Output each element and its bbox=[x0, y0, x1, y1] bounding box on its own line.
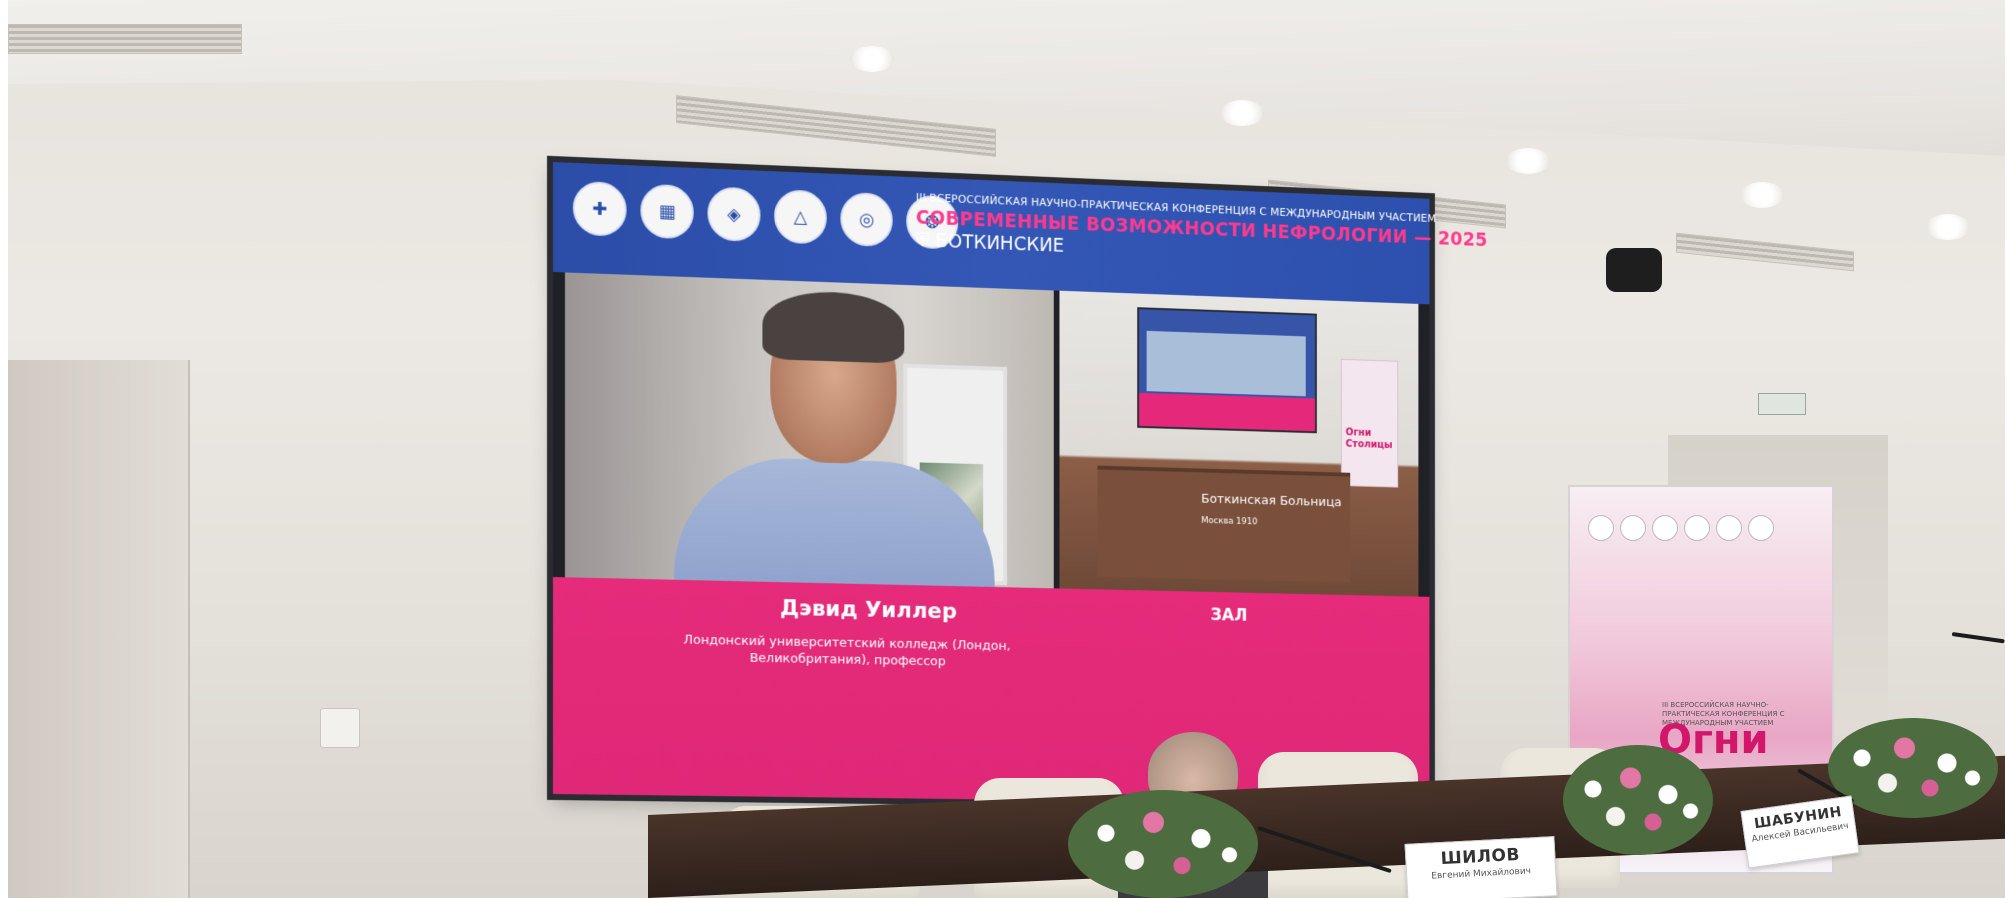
partner-logos: ✚ ▦ ◈ △ ◎ ❂ bbox=[573, 181, 958, 250]
logo-icon bbox=[1588, 515, 1614, 541]
triangle-logo-icon: △ bbox=[774, 189, 827, 244]
fmabmo-logo-icon: ▦ bbox=[640, 184, 693, 240]
ceiling-light bbox=[1926, 214, 1970, 240]
microphone bbox=[1952, 632, 2005, 643]
flower-bouquet bbox=[1828, 718, 1998, 818]
ceiling-vent bbox=[8, 24, 242, 54]
hospital-cross-logo-icon: ✚ bbox=[573, 181, 627, 237]
ceiling-camera bbox=[1606, 248, 1662, 292]
wall-switch bbox=[320, 708, 360, 748]
hall-screen bbox=[1137, 307, 1317, 433]
hall-screen-video bbox=[1147, 331, 1306, 396]
display-screen: ✚ ▦ ◈ △ ◎ ❂ III ВСЕРОССИЙСКАЯ НАУЧНО-ПРА… bbox=[553, 162, 1429, 805]
shield-icon: ⛨ bbox=[916, 229, 936, 251]
logo-icon bbox=[1684, 515, 1710, 541]
exit-sign bbox=[1758, 393, 1806, 415]
hall-banner: Огни Столицы bbox=[1341, 359, 1398, 488]
podium-sign: Боткинская Больница Москва 1910 bbox=[1201, 492, 1342, 532]
speaker-video bbox=[565, 272, 1054, 588]
ring-logo-icon: ◎ bbox=[840, 192, 892, 247]
hall-banner-text: Огни Столицы bbox=[1346, 427, 1398, 452]
logo-icon bbox=[1652, 515, 1678, 541]
speaker-name: Дэвид Уиллер bbox=[780, 596, 957, 624]
ceiling bbox=[8, 0, 2005, 200]
logo-icon bbox=[1748, 515, 1774, 541]
logo-icon bbox=[1620, 515, 1646, 541]
podium-text: Боткинская Больница bbox=[1201, 492, 1342, 510]
speaker-hair bbox=[762, 290, 904, 364]
hall-label: ЗАЛ bbox=[1211, 605, 1248, 625]
conference-photo: ✚ ▦ ◈ △ ◎ ❂ III ВСЕРОССИЙСКАЯ НАУЧНО-ПРА… bbox=[8, 0, 2005, 898]
ceiling-light bbox=[1740, 182, 1784, 208]
side-door bbox=[8, 360, 190, 898]
logo-icon bbox=[1716, 515, 1742, 541]
flower-bouquet bbox=[1563, 745, 1713, 855]
ceiling-vent bbox=[676, 95, 996, 157]
bird-emblem-logo-icon: ◈ bbox=[707, 186, 760, 242]
speaker-affiliation: Лондонский университетский колледж (Лонд… bbox=[672, 631, 1021, 671]
ceiling-light bbox=[1506, 148, 1550, 174]
nameplate-shilov: ШИЛОВ Евгений Михайлович bbox=[1405, 836, 1558, 898]
hall-screen-caption bbox=[1139, 393, 1315, 431]
flower-bouquet bbox=[1068, 790, 1258, 898]
banner-logos bbox=[1588, 515, 1774, 541]
podium-subtext: Москва 1910 bbox=[1201, 514, 1342, 532]
hall-video: Огни Столицы Боткинская Больница Москва … bbox=[1059, 291, 1418, 597]
ceiling-light bbox=[1220, 100, 1264, 126]
ceiling-light bbox=[850, 46, 894, 72]
hall-podium: Боткинская Больница Москва 1910 bbox=[1097, 466, 1350, 583]
ceiling-vent bbox=[1676, 233, 1854, 272]
conference-heading: III ВСЕРОССИЙСКАЯ НАУЧНО-ПРАКТИЧЕСКАЯ КО… bbox=[916, 191, 1424, 271]
